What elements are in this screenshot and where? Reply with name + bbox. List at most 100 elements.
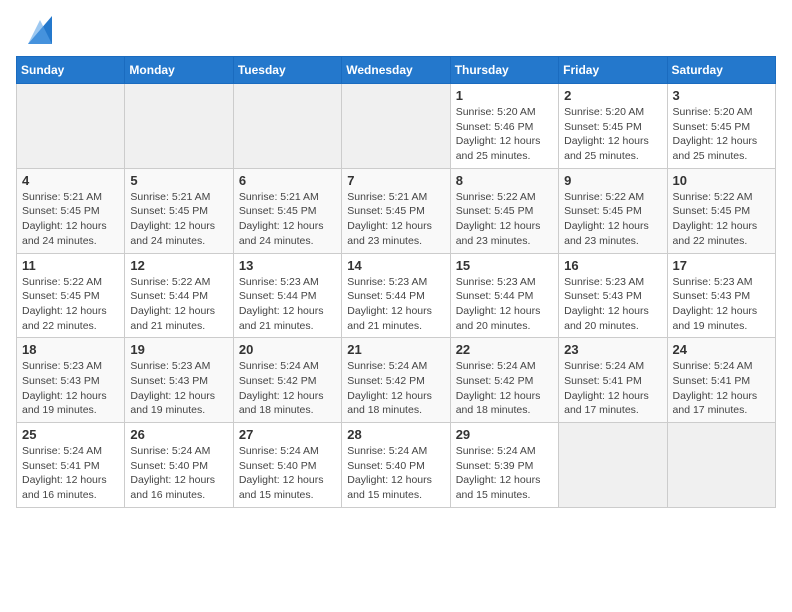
calendar-cell: 3 Sunrise: 5:20 AMSunset: 5:45 PMDaylight… — [667, 84, 775, 169]
calendar-cell: 19 Sunrise: 5:23 AMSunset: 5:43 PMDayligh… — [125, 338, 233, 423]
day-detail: Sunrise: 5:22 AMSunset: 5:44 PMDaylight:… — [130, 275, 227, 334]
logo-icon — [20, 16, 52, 44]
week-row-4: 25 Sunrise: 5:24 AMSunset: 5:41 PMDayligh… — [17, 423, 776, 508]
day-number: 2 — [564, 88, 661, 103]
calendar-cell: 12 Sunrise: 5:22 AMSunset: 5:44 PMDayligh… — [125, 253, 233, 338]
calendar-header: SundayMondayTuesdayWednesdayThursdayFrid… — [17, 57, 776, 84]
calendar-cell: 16 Sunrise: 5:23 AMSunset: 5:43 PMDayligh… — [559, 253, 667, 338]
day-number: 17 — [673, 258, 770, 273]
calendar-cell: 28 Sunrise: 5:24 AMSunset: 5:40 PMDayligh… — [342, 423, 450, 508]
day-detail: Sunrise: 5:24 AMSunset: 5:41 PMDaylight:… — [22, 444, 119, 503]
day-detail: Sunrise: 5:23 AMSunset: 5:43 PMDaylight:… — [130, 359, 227, 418]
day-detail: Sunrise: 5:24 AMSunset: 5:42 PMDaylight:… — [456, 359, 553, 418]
calendar-cell: 26 Sunrise: 5:24 AMSunset: 5:40 PMDayligh… — [125, 423, 233, 508]
week-row-2: 11 Sunrise: 5:22 AMSunset: 5:45 PMDayligh… — [17, 253, 776, 338]
calendar-cell — [17, 84, 125, 169]
day-number: 6 — [239, 173, 336, 188]
calendar-cell: 8 Sunrise: 5:22 AMSunset: 5:45 PMDaylight… — [450, 168, 558, 253]
day-detail: Sunrise: 5:23 AMSunset: 5:44 PMDaylight:… — [456, 275, 553, 334]
calendar-cell: 4 Sunrise: 5:21 AMSunset: 5:45 PMDaylight… — [17, 168, 125, 253]
day-number: 19 — [130, 342, 227, 357]
day-detail: Sunrise: 5:22 AMSunset: 5:45 PMDaylight:… — [22, 275, 119, 334]
day-detail: Sunrise: 5:20 AMSunset: 5:46 PMDaylight:… — [456, 105, 553, 164]
day-detail: Sunrise: 5:24 AMSunset: 5:39 PMDaylight:… — [456, 444, 553, 503]
day-number: 16 — [564, 258, 661, 273]
weekday-header-row: SundayMondayTuesdayWednesdayThursdayFrid… — [17, 57, 776, 84]
day-number: 12 — [130, 258, 227, 273]
weekday-header-monday: Monday — [125, 57, 233, 84]
weekday-header-saturday: Saturday — [667, 57, 775, 84]
calendar-cell — [342, 84, 450, 169]
week-row-0: 1 Sunrise: 5:20 AMSunset: 5:46 PMDaylight… — [17, 84, 776, 169]
day-number: 11 — [22, 258, 119, 273]
day-detail: Sunrise: 5:21 AMSunset: 5:45 PMDaylight:… — [22, 190, 119, 249]
calendar-cell: 29Sunrise: 5:24 AMSunset: 5:39 PMDayligh… — [450, 423, 558, 508]
day-detail: Sunrise: 5:22 AMSunset: 5:45 PMDaylight:… — [673, 190, 770, 249]
day-detail: Sunrise: 5:24 AMSunset: 5:42 PMDaylight:… — [347, 359, 444, 418]
calendar-cell: 6 Sunrise: 5:21 AMSunset: 5:45 PMDaylight… — [233, 168, 341, 253]
calendar-cell: 2 Sunrise: 5:20 AMSunset: 5:45 PMDaylight… — [559, 84, 667, 169]
calendar-cell: 14 Sunrise: 5:23 AMSunset: 5:44 PMDayligh… — [342, 253, 450, 338]
calendar-cell: 1 Sunrise: 5:20 AMSunset: 5:46 PMDaylight… — [450, 84, 558, 169]
calendar-cell: 13 Sunrise: 5:23 AMSunset: 5:44 PMDayligh… — [233, 253, 341, 338]
day-detail: Sunrise: 5:21 AMSunset: 5:45 PMDaylight:… — [130, 190, 227, 249]
day-number: 27 — [239, 427, 336, 442]
week-row-1: 4 Sunrise: 5:21 AMSunset: 5:45 PMDaylight… — [17, 168, 776, 253]
day-detail: Sunrise: 5:24 AMSunset: 5:40 PMDaylight:… — [130, 444, 227, 503]
day-detail: Sunrise: 5:22 AMSunset: 5:45 PMDaylight:… — [456, 190, 553, 249]
calendar-cell: 9Sunrise: 5:22 AMSunset: 5:45 PMDaylight… — [559, 168, 667, 253]
day-detail: Sunrise: 5:20 AMSunset: 5:45 PMDaylight:… — [564, 105, 661, 164]
day-number: 25 — [22, 427, 119, 442]
day-number: 8 — [456, 173, 553, 188]
day-detail: Sunrise: 5:20 AMSunset: 5:45 PMDaylight:… — [673, 105, 770, 164]
day-detail: Sunrise: 5:23 AMSunset: 5:44 PMDaylight:… — [239, 275, 336, 334]
calendar-table: SundayMondayTuesdayWednesdayThursdayFrid… — [16, 56, 776, 508]
day-number: 7 — [347, 173, 444, 188]
calendar-cell: 5 Sunrise: 5:21 AMSunset: 5:45 PMDaylight… — [125, 168, 233, 253]
week-row-3: 18 Sunrise: 5:23 AMSunset: 5:43 PMDayligh… — [17, 338, 776, 423]
day-number: 23 — [564, 342, 661, 357]
day-number: 21 — [347, 342, 444, 357]
day-detail: Sunrise: 5:24 AMSunset: 5:41 PMDaylight:… — [564, 359, 661, 418]
day-detail: Sunrise: 5:23 AMSunset: 5:44 PMDaylight:… — [347, 275, 444, 334]
day-number: 15 — [456, 258, 553, 273]
calendar-cell: 15 Sunrise: 5:23 AMSunset: 5:44 PMDayligh… — [450, 253, 558, 338]
day-number: 14 — [347, 258, 444, 273]
day-number: 5 — [130, 173, 227, 188]
calendar-cell: 17 Sunrise: 5:23 AMSunset: 5:43 PMDayligh… — [667, 253, 775, 338]
weekday-header-thursday: Thursday — [450, 57, 558, 84]
calendar-cell: 21 Sunrise: 5:24 AMSunset: 5:42 PMDayligh… — [342, 338, 450, 423]
day-detail: Sunrise: 5:23 AMSunset: 5:43 PMDaylight:… — [22, 359, 119, 418]
weekday-header-friday: Friday — [559, 57, 667, 84]
day-detail: Sunrise: 5:21 AMSunset: 5:45 PMDaylight:… — [239, 190, 336, 249]
day-number: 1 — [456, 88, 553, 103]
calendar-cell: 20Sunrise: 5:24 AMSunset: 5:42 PMDayligh… — [233, 338, 341, 423]
calendar-cell — [233, 84, 341, 169]
day-number: 9 — [564, 173, 661, 188]
day-number: 10 — [673, 173, 770, 188]
calendar-cell: 23 Sunrise: 5:24 AMSunset: 5:41 PMDayligh… — [559, 338, 667, 423]
calendar-cell: 7 Sunrise: 5:21 AMSunset: 5:45 PMDaylight… — [342, 168, 450, 253]
calendar-cell: 22 Sunrise: 5:24 AMSunset: 5:42 PMDayligh… — [450, 338, 558, 423]
day-number: 26 — [130, 427, 227, 442]
day-number: 28 — [347, 427, 444, 442]
calendar-cell — [125, 84, 233, 169]
weekday-header-sunday: Sunday — [17, 57, 125, 84]
day-detail: Sunrise: 5:24 AMSunset: 5:40 PMDaylight:… — [239, 444, 336, 503]
day-number: 3 — [673, 88, 770, 103]
day-detail: Sunrise: 5:23 AMSunset: 5:43 PMDaylight:… — [673, 275, 770, 334]
weekday-header-tuesday: Tuesday — [233, 57, 341, 84]
day-detail: Sunrise: 5:24 AMSunset: 5:40 PMDaylight:… — [347, 444, 444, 503]
day-number: 13 — [239, 258, 336, 273]
calendar-cell — [559, 423, 667, 508]
calendar-cell: 24Sunrise: 5:24 AMSunset: 5:41 PMDayligh… — [667, 338, 775, 423]
calendar-cell: 25 Sunrise: 5:24 AMSunset: 5:41 PMDayligh… — [17, 423, 125, 508]
day-number: 18 — [22, 342, 119, 357]
day-number: 4 — [22, 173, 119, 188]
day-number: 20 — [239, 342, 336, 357]
calendar-cell: 27 Sunrise: 5:24 AMSunset: 5:40 PMDayligh… — [233, 423, 341, 508]
day-detail: Sunrise: 5:24 AMSunset: 5:41 PMDaylight:… — [673, 359, 770, 418]
day-number: 22 — [456, 342, 553, 357]
day-detail: Sunrise: 5:21 AMSunset: 5:45 PMDaylight:… — [347, 190, 444, 249]
day-detail: Sunrise: 5:23 AMSunset: 5:43 PMDaylight:… — [564, 275, 661, 334]
